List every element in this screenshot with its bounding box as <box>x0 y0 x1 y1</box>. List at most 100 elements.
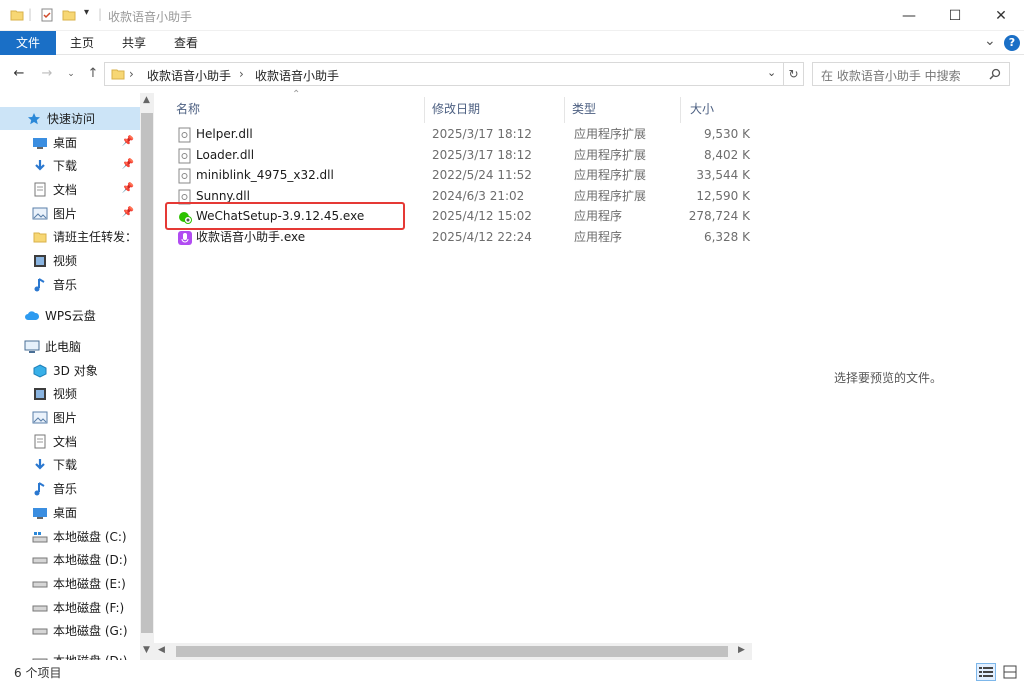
tab-file[interactable]: 文件 <box>0 31 56 55</box>
breadcrumb-separator[interactable]: › <box>239 67 244 81</box>
sidebar-item-downloads[interactable]: 下载 <box>0 453 140 476</box>
scroll-down-icon[interactable]: ▼ <box>143 645 150 655</box>
pin-icon[interactable]: 📌 <box>122 183 134 194</box>
separator: | <box>28 7 33 21</box>
column-header-type[interactable]: 类型 <box>572 97 596 121</box>
new-folder-icon[interactable] <box>62 8 76 22</box>
pin-icon[interactable]: 📌 <box>122 207 134 218</box>
scroll-up-icon[interactable]: ▲ <box>143 95 150 105</box>
details-view-icon <box>979 667 993 677</box>
sidebar-item-drive-f[interactable]: 本地磁盘 (F:) <box>0 596 140 619</box>
sidebar-item-label: 本地磁盘 (C:) <box>53 530 127 544</box>
column-divider[interactable] <box>424 97 425 123</box>
address-dropdown-icon[interactable]: ⌄ <box>767 66 776 79</box>
column-header-date[interactable]: 修改日期 <box>432 97 480 121</box>
table-row[interactable]: Helper.dll 2025/3/17 18:12 应用程序扩展 9,530 … <box>166 124 752 145</box>
column-divider[interactable] <box>680 97 681 123</box>
search-input[interactable]: 在 收款语音小助手 中搜索 <box>812 62 1010 86</box>
sidebar-item-label: 下载 <box>53 458 78 472</box>
table-row[interactable]: 收款语音小助手.exe 2025/4/12 22:24 应用程序 6,328 K <box>166 227 752 248</box>
sidebar-item-3d-objects[interactable]: 3D 对象 <box>0 359 140 382</box>
sidebar-item-label: 本地磁盘 (E:) <box>53 577 126 591</box>
scroll-left-icon[interactable]: ◀ <box>158 645 165 655</box>
column-header-size[interactable]: 大小 <box>690 97 714 121</box>
help-icon[interactable]: ? <box>1004 35 1020 51</box>
file-name: Helper.dll <box>196 127 253 141</box>
table-row[interactable]: miniblink_4975_x32.dll 2022/5/24 11:52 应… <box>166 165 752 186</box>
file-type: 应用程序 <box>574 209 623 223</box>
sidebar-item-label: 文档 <box>53 183 78 197</box>
sidebar-item-label: 请班主任转发： <box>53 230 138 244</box>
download-icon <box>32 158 48 174</box>
sidebar-item-folder[interactable]: 请班主任转发： <box>0 225 140 248</box>
title-bar: | ▾ | 收款语音小助手 — ☐ ✕ <box>0 0 1024 31</box>
sidebar-item-documents[interactable]: 文档 <box>0 430 140 453</box>
refresh-button[interactable]: ↻ <box>784 62 804 86</box>
sidebar-item-pictures[interactable]: 图片 📌 <box>0 202 140 225</box>
properties-icon[interactable] <box>40 8 54 22</box>
sidebar-item-drive-d[interactable]: 本地磁盘 (D:) <box>0 548 140 571</box>
maximize-button[interactable]: ☐ <box>932 0 978 31</box>
column-divider[interactable] <box>564 97 565 123</box>
sidebar-item-downloads[interactable]: 下载 📌 <box>0 154 140 177</box>
file-type: 应用程序扩展 <box>574 148 647 162</box>
sidebar-item-pictures[interactable]: 图片 <box>0 406 140 429</box>
large-icons-view-button[interactable] <box>1000 663 1020 681</box>
scrollbar-thumb[interactable] <box>141 113 153 633</box>
window-title: 收款语音小助手 <box>108 10 193 24</box>
sidebar-item-label: 下载 <box>53 159 78 173</box>
sidebar-item-desktop[interactable]: 桌面 📌 <box>0 131 140 154</box>
tab-view[interactable]: 查看 <box>164 31 208 55</box>
scroll-right-icon[interactable]: ▶ <box>738 645 745 655</box>
pin-icon[interactable]: 📌 <box>122 159 134 170</box>
breadcrumb-separator[interactable]: › <box>129 67 134 81</box>
close-button[interactable]: ✕ <box>978 0 1024 31</box>
minimize-button[interactable]: — <box>886 0 932 31</box>
sidebar-item-desktop[interactable]: 桌面 <box>0 501 140 524</box>
sidebar-item-label: WPS云盘 <box>45 309 96 323</box>
horizontal-scrollbar[interactable]: ◀ ▶ <box>154 643 752 660</box>
large-icons-view-icon <box>1003 665 1017 679</box>
download-icon <box>32 457 48 473</box>
sidebar-item-label: 视频 <box>53 254 78 268</box>
up-button[interactable]: ↑ <box>84 65 102 83</box>
sidebar-item-label: 桌面 <box>53 506 78 520</box>
forward-button[interactable]: → <box>38 65 56 83</box>
quick-access-toolbar-dropdown[interactable]: ▾ <box>84 7 89 18</box>
sidebar-item-quick-access[interactable]: 快速访问 <box>0 107 140 130</box>
picture-icon <box>32 206 48 222</box>
tab-home[interactable]: 主页 <box>60 31 104 55</box>
recent-locations-dropdown[interactable]: ⌄ <box>62 65 80 83</box>
sidebar-item-documents[interactable]: 文档 📌 <box>0 178 140 201</box>
sidebar-item-videos[interactable]: 视频 <box>0 249 140 272</box>
column-header-name[interactable]: 名称 <box>176 97 200 121</box>
back-button[interactable]: ← <box>10 65 28 83</box>
sidebar-item-wps-cloud[interactable]: WPS云盘 <box>0 304 140 327</box>
sidebar-item-drive-d-network[interactable]: 本地磁盘 (D:) <box>0 649 140 660</box>
sidebar-item-videos[interactable]: 视频 <box>0 382 140 405</box>
pin-icon[interactable]: 📌 <box>122 136 134 147</box>
sidebar-item-music[interactable]: 音乐 <box>0 477 140 500</box>
details-view-button[interactable] <box>976 663 996 681</box>
file-name: miniblink_4975_x32.dll <box>196 168 334 182</box>
status-bar: 6 个项目 <box>0 660 1024 684</box>
tab-share[interactable]: 共享 <box>112 31 156 55</box>
drive-icon <box>32 576 48 592</box>
sidebar-item-drive-e[interactable]: 本地磁盘 (E:) <box>0 572 140 595</box>
sidebar-item-drive-c[interactable]: 本地磁盘 (C:) <box>0 525 140 548</box>
sidebar-item-drive-g[interactable]: 本地磁盘 (G:) <box>0 619 140 642</box>
breadcrumb-item[interactable]: 收款语音小助手 <box>255 67 339 84</box>
ribbon-collapse-icon[interactable]: ⌄ <box>984 33 996 49</box>
table-row[interactable]: Loader.dll 2025/3/17 18:12 应用程序扩展 8,402 … <box>166 145 752 166</box>
sidebar-item-this-pc[interactable]: 此电脑 <box>0 335 140 358</box>
sidebar-scrollbar[interactable]: ▲ ▼ <box>140 93 154 660</box>
sidebar-item-label: 音乐 <box>53 482 78 496</box>
sidebar-item-label: 此电脑 <box>45 340 82 354</box>
breadcrumb-item[interactable]: 收款语音小助手 <box>147 67 231 84</box>
sidebar-item-music[interactable]: 音乐 <box>0 273 140 296</box>
file-size: 8,402 K <box>703 148 750 162</box>
folder-icon <box>32 229 48 245</box>
address-bar[interactable]: › 收款语音小助手 › 收款语音小助手 ⌄ <box>104 62 784 86</box>
sidebar-item-label: 本地磁盘 (F:) <box>53 601 125 615</box>
scrollbar-thumb[interactable] <box>176 646 728 657</box>
